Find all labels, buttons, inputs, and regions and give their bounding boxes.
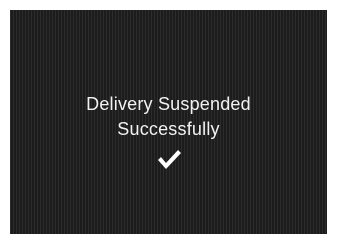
status-message: Delivery Suspended Successfully: [10, 92, 327, 142]
status-message-line-1: Delivery Suspended: [86, 94, 251, 114]
delivery-suspended-dialog: Delivery Suspended Successfully: [10, 10, 327, 234]
status-message-line-2: Successfully: [117, 119, 220, 139]
checkmark-icon: [156, 148, 182, 170]
